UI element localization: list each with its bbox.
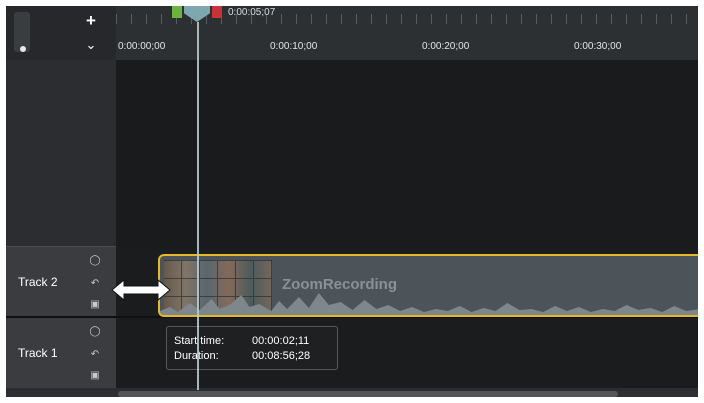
scrollbar-thumb[interactable] [118, 391, 618, 397]
start-time-value: 00:00:02;11 [252, 335, 310, 347]
ruler-tick-label: 0:00:20;00 [422, 41, 470, 52]
audio-waveform [160, 293, 698, 315]
playhead-time: 0:00:05;07 [228, 7, 276, 18]
horizontal-scrollbar[interactable] [6, 391, 698, 397]
duration-value: 00:08:56;28 [252, 350, 311, 362]
playhead-line[interactable] [197, 22, 199, 390]
start-time-label: Start time: [174, 335, 225, 347]
magnet-icon[interactable]: ↶ [88, 349, 102, 361]
in-point-marker[interactable] [172, 6, 182, 18]
ruler-tick-label: 0:00:00;00 [118, 41, 166, 52]
lock-icon[interactable]: ▣ [88, 370, 102, 382]
track-header-track-1[interactable]: Track 1 ◯ ↶ ▣ [6, 318, 116, 388]
lock-icon[interactable]: ▣ [88, 299, 102, 311]
chevron-down-icon: ⌄ [85, 37, 97, 52]
out-point-marker[interactable] [212, 6, 222, 18]
collapse-button[interactable]: ⌄ [80, 36, 102, 54]
media-clip[interactable]: ZoomRecording [158, 254, 698, 317]
clip-info-tooltip: Start time: 00:00:02;11 Duration: 00:08:… [166, 326, 338, 370]
track-header-track-2[interactable]: Track 2 ◯ ↶ ▣ [6, 246, 116, 317]
eye-icon[interactable]: ◯ [88, 255, 102, 267]
eye-icon[interactable]: ◯ [88, 326, 102, 338]
ruler-tick-label: 0:00:10;00 [270, 41, 318, 52]
add-track-button[interactable]: + [80, 12, 102, 30]
track-list: Track 2 ◯ ↶ ▣ Track 1 ◯ ↶ ▣ ZoomRecordin… [6, 246, 698, 391]
zoom-slider-handle[interactable] [20, 46, 26, 52]
empty-track-area-left [6, 60, 116, 246]
empty-track-area [116, 60, 698, 246]
timeline-toolbar: + ⌄ [6, 6, 116, 60]
resize-arrows-icon[interactable] [110, 274, 172, 306]
ruler-tick-label: 0:00:30;00 [574, 41, 622, 52]
track-name: Track 2 [18, 275, 58, 289]
track-name: Track 1 [18, 346, 58, 360]
timeline-panel: + ⌄ 0:00:00;00 0:00:10;00 0:00:20;00 0:0… [6, 6, 698, 397]
magnet-icon[interactable]: ↶ [88, 278, 102, 290]
plus-icon: + [86, 11, 96, 30]
